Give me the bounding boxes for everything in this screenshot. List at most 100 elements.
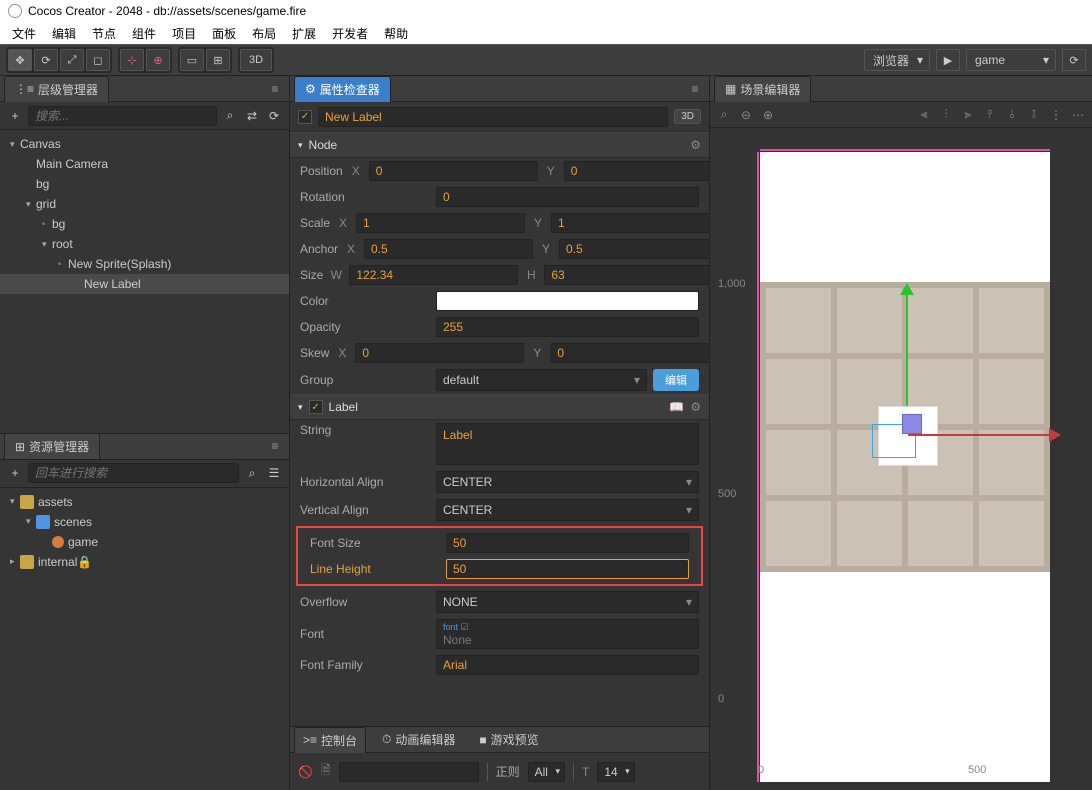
add-node-button[interactable]: +: [6, 107, 24, 125]
size-w-input[interactable]: [349, 265, 518, 285]
filter-icon[interactable]: ☰: [265, 464, 283, 482]
scale-x-input[interactable]: [356, 213, 525, 233]
refresh-hierarchy-icon[interactable]: ⟳: [265, 107, 283, 125]
zoom-out-icon[interactable]: ⊖: [736, 105, 756, 125]
console-filter-input[interactable]: [339, 762, 479, 782]
badge-3d[interactable]: 3D: [674, 109, 701, 124]
position-y-input[interactable]: [564, 161, 709, 181]
scene-canvas[interactable]: 1,000 500 0 0 500: [710, 128, 1092, 790]
console-font-size[interactable]: 14: [597, 762, 634, 782]
assets-item[interactable]: internal 🔒: [0, 552, 289, 572]
gear-icon[interactable]: ⚙: [690, 138, 701, 152]
group-select[interactable]: default: [436, 369, 647, 391]
assets-item[interactable]: game: [0, 532, 289, 552]
panel-menu-icon[interactable]: ≡: [265, 436, 285, 456]
panel-menu-icon[interactable]: ≡: [685, 79, 705, 99]
rect-tool[interactable]: ◻: [86, 49, 110, 71]
hierarchy-item[interactable]: grid: [0, 194, 289, 214]
label-section-header[interactable]: ▾Label 📖⚙: [290, 394, 709, 420]
collapse-icon[interactable]: ⇄: [243, 107, 261, 125]
menu-panel[interactable]: 面板: [204, 22, 244, 44]
align-5-icon[interactable]: ⫰: [1002, 105, 1022, 125]
anchor-center-tool[interactable]: ⊹: [120, 49, 144, 71]
anchor-y-input[interactable]: [559, 239, 709, 259]
help-icon[interactable]: 📖: [669, 400, 684, 414]
3d-toggle[interactable]: 3D: [240, 49, 272, 71]
hierarchy-item[interactable]: New Label: [0, 274, 289, 294]
node-section-header[interactable]: ▾Node ⚙: [290, 132, 709, 158]
hierarchy-item[interactable]: bg: [0, 214, 289, 234]
position-x-input[interactable]: [369, 161, 538, 181]
x-axis-arrow[interactable]: [908, 434, 1058, 436]
dist-2-icon[interactable]: ⋯: [1068, 105, 1088, 125]
skew-y-input[interactable]: [550, 343, 709, 363]
node-active-checkbox[interactable]: [298, 110, 312, 124]
valign-select[interactable]: CENTER: [436, 499, 699, 521]
add-asset-button[interactable]: +: [6, 464, 24, 482]
play-button[interactable]: ▶: [936, 49, 960, 71]
search-icon[interactable]: ⌕: [221, 107, 239, 125]
anchor-x-input[interactable]: [364, 239, 533, 259]
rotation-input[interactable]: [436, 187, 699, 207]
menu-help[interactable]: 帮助: [376, 22, 416, 44]
scene-tab[interactable]: ▦ 场景编辑器: [714, 76, 811, 102]
zoom-in-icon[interactable]: ⊕: [758, 105, 778, 125]
console-tab[interactable]: >≡控制台: [294, 727, 366, 753]
clear-console-icon[interactable]: 🚫: [298, 765, 313, 779]
log-level-select[interactable]: All: [528, 762, 565, 782]
opacity-input[interactable]: [436, 317, 699, 337]
hierarchy-item[interactable]: root: [0, 234, 289, 254]
y-axis-arrow[interactable]: [906, 286, 908, 406]
hierarchy-item[interactable]: Main Camera: [0, 154, 289, 174]
font-slot[interactable]: font ☑None: [436, 619, 699, 649]
dist-1-icon[interactable]: ⋮: [1046, 105, 1066, 125]
hierarchy-tab[interactable]: ⋮≡ 层级管理器: [4, 76, 109, 102]
assets-item[interactable]: assets: [0, 492, 289, 512]
preview-tab[interactable]: ■游戏预览: [471, 727, 546, 752]
string-textarea[interactable]: [436, 423, 699, 465]
menu-component[interactable]: 组件: [124, 22, 164, 44]
scale-tool[interactable]: ⤢: [60, 49, 84, 71]
align-tool-2[interactable]: ⊞: [206, 49, 230, 71]
assets-search[interactable]: [28, 463, 239, 483]
align-6-icon[interactable]: ⫱: [1024, 105, 1044, 125]
menu-project[interactable]: 项目: [164, 22, 204, 44]
align-tool-1[interactable]: ▭: [180, 49, 204, 71]
gizmo-origin[interactable]: [902, 414, 922, 434]
timeline-tab[interactable]: ⏱动画编辑器: [374, 727, 463, 752]
label-enabled-checkbox[interactable]: [309, 400, 323, 414]
size-h-input[interactable]: [544, 265, 709, 285]
menu-layout[interactable]: 布局: [244, 22, 284, 44]
menu-edit[interactable]: 编辑: [44, 22, 84, 44]
move-tool[interactable]: ✥: [8, 49, 32, 71]
menu-extension[interactable]: 扩展: [284, 22, 324, 44]
fontsize-input[interactable]: [446, 533, 689, 553]
align-1-icon[interactable]: ⫷: [914, 105, 934, 125]
gear-icon[interactable]: ⚙: [690, 400, 701, 414]
scene-select[interactable]: game: [966, 49, 1056, 71]
hierarchy-item[interactable]: bg: [0, 174, 289, 194]
hierarchy-item[interactable]: Canvas: [0, 134, 289, 154]
skew-x-input[interactable]: [355, 343, 524, 363]
menu-developer[interactable]: 开发者: [324, 22, 376, 44]
preview-mode-select[interactable]: 浏览器: [864, 49, 930, 71]
rotate-tool[interactable]: ⟳: [34, 49, 58, 71]
node-name-input[interactable]: [318, 107, 668, 127]
fontfamily-input[interactable]: [436, 655, 699, 675]
menu-file[interactable]: 文件: [4, 22, 44, 44]
refresh-button[interactable]: ⟳: [1062, 49, 1086, 71]
scale-y-input[interactable]: [551, 213, 709, 233]
search-icon[interactable]: ⌕: [243, 464, 261, 482]
color-swatch[interactable]: [436, 291, 699, 311]
menu-node[interactable]: 节点: [84, 22, 124, 44]
hierarchy-search[interactable]: [28, 106, 217, 126]
lineheight-input[interactable]: [446, 559, 689, 579]
hierarchy-item[interactable]: New Sprite(Splash): [0, 254, 289, 274]
anchor-local-tool[interactable]: ⊕: [146, 49, 170, 71]
group-edit-button[interactable]: 编辑: [653, 369, 699, 391]
inspector-tab[interactable]: ⚙ 属性检查器: [294, 76, 391, 102]
regex-toggle[interactable]: 正则: [496, 763, 520, 780]
assets-tab[interactable]: ⊞ 资源管理器: [4, 433, 100, 459]
assets-item[interactable]: scenes: [0, 512, 289, 532]
panel-menu-icon[interactable]: ≡: [265, 79, 285, 99]
